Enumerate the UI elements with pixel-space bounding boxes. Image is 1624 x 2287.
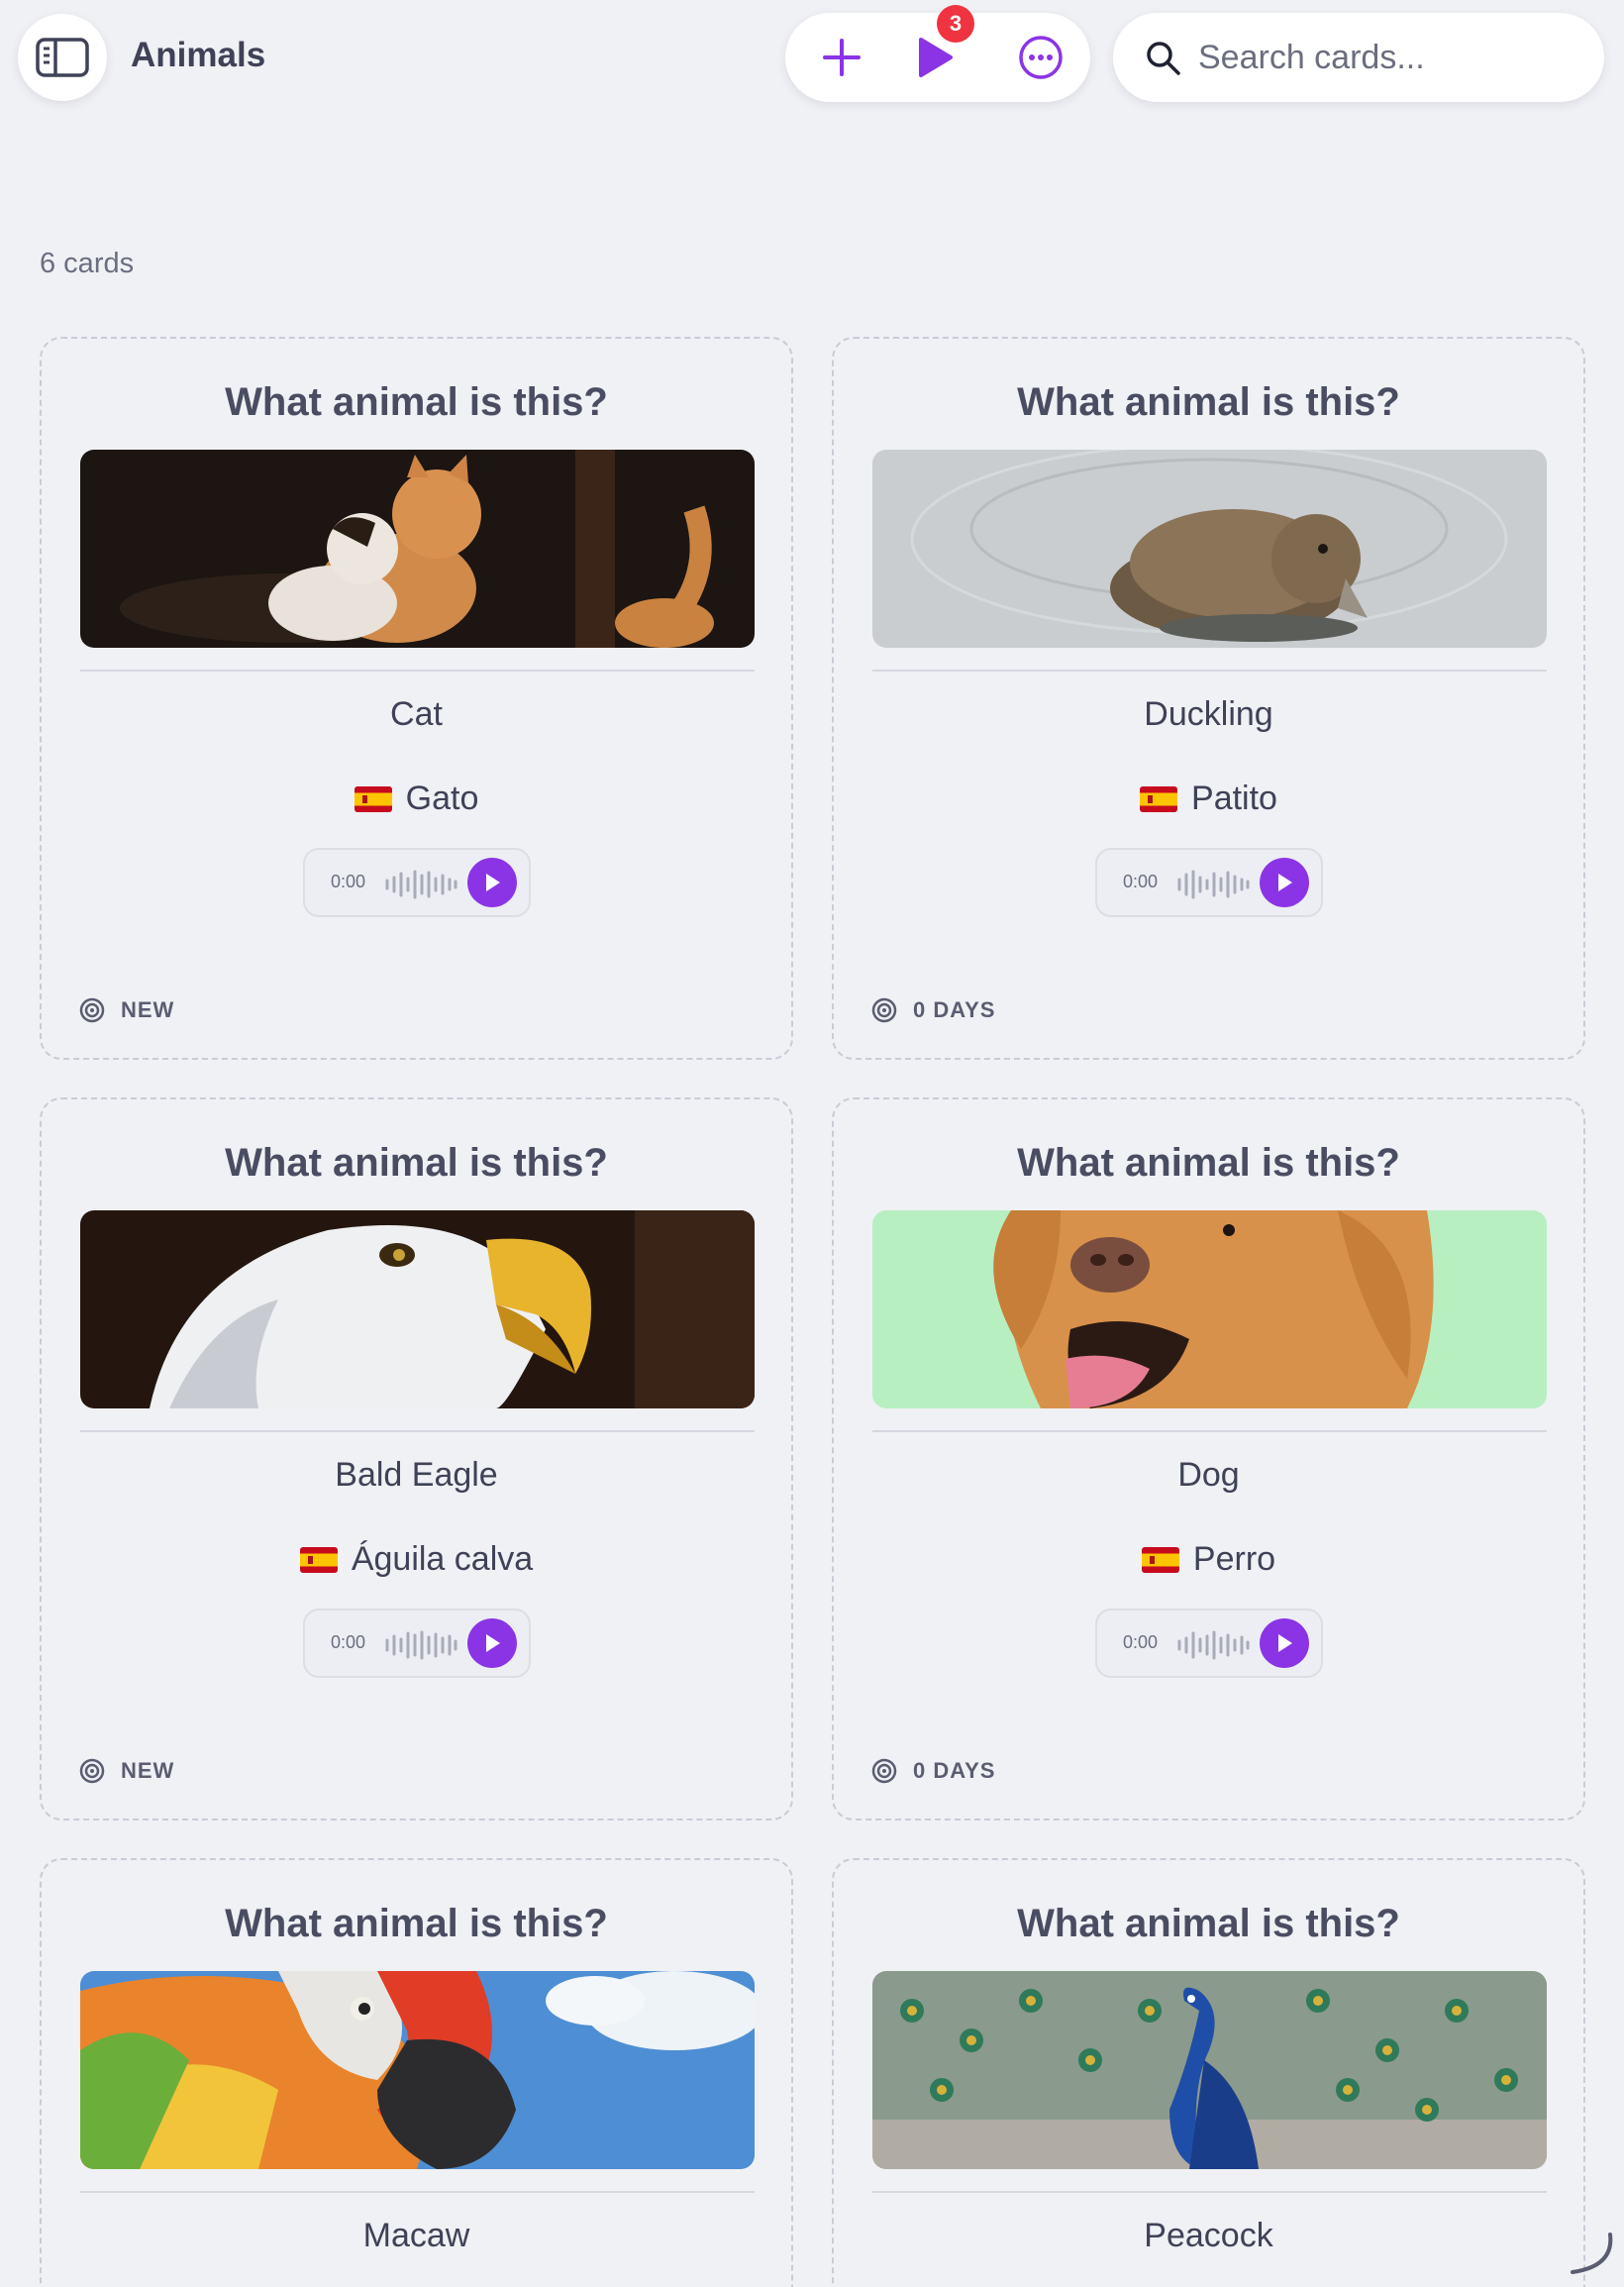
card-question: What animal is this? (1017, 1141, 1400, 1185)
audio-time: 0:00 (331, 1632, 366, 1652)
card-question: What animal is this? (225, 1141, 608, 1185)
audio-play-button[interactable] (467, 858, 517, 907)
translation-text: Águila calva (351, 1540, 534, 1578)
divider (872, 670, 1547, 672)
card-question: What animal is this? (1017, 380, 1400, 424)
audio-time: 0:00 (1123, 872, 1159, 891)
card-answer: Bald Eagle (335, 1456, 498, 1494)
waveform-icon (385, 1630, 457, 1660)
sidebar-icon (36, 38, 89, 77)
play-icon (1278, 874, 1292, 891)
status-label: NEW (121, 997, 175, 1022)
audio-player[interactable]: 0:00 (1095, 848, 1323, 917)
card-status: NEW (79, 1758, 174, 1784)
target-icon (79, 1758, 105, 1784)
bald-eagle-photo (80, 1210, 755, 1408)
due-count-badge: 3 (937, 5, 974, 43)
card-status: 0 DAYS (871, 997, 995, 1023)
divider (80, 2191, 755, 2193)
dog-photo (872, 1210, 1547, 1408)
card-answer: Macaw (362, 2217, 470, 2254)
audio-time: 0:00 (1123, 1632, 1159, 1652)
flashcard[interactable]: What animal is this? Dog Perro 0:00 0 DA… (832, 1097, 1585, 1820)
audio-player[interactable]: 0:00 (1095, 1609, 1323, 1678)
card-status: 0 DAYS (871, 1758, 995, 1784)
target-icon (871, 1758, 897, 1784)
plus-icon (823, 39, 861, 76)
card-answer: Peacock (1144, 2217, 1273, 2254)
translation-text: Perro (1192, 1540, 1276, 1578)
card-count: 6 cards (40, 248, 135, 279)
audio-play-button[interactable] (1260, 858, 1309, 907)
card-question: What animal is this? (1017, 1902, 1400, 1945)
card-question: What animal is this? (225, 380, 608, 424)
card-translation: Gato (42, 780, 791, 818)
sidebar-toggle-button[interactable] (18, 14, 107, 101)
card-question: What animal is this? (225, 1902, 608, 1945)
target-icon (871, 997, 897, 1023)
card-answer: Duckling (1144, 695, 1273, 733)
search-box[interactable] (1113, 13, 1604, 102)
card-translation: Patito (834, 780, 1583, 818)
spain-flag-icon (299, 1546, 338, 1573)
spain-flag-icon (1141, 1546, 1179, 1573)
audio-player[interactable]: 0:00 (303, 1609, 531, 1678)
play-icon (486, 874, 500, 891)
search-icon (1147, 42, 1180, 75)
add-card-button[interactable] (815, 31, 868, 84)
translation-text: Patito (1191, 780, 1277, 817)
play-icon (919, 38, 953, 77)
audio-player[interactable]: 0:00 (303, 848, 531, 917)
peacock-photo (872, 1971, 1547, 2169)
duckling-photo (872, 450, 1547, 648)
status-label: NEW (121, 1758, 175, 1783)
spain-flag-icon (1140, 785, 1178, 812)
page-title: Animals (131, 36, 266, 74)
search-input[interactable] (1198, 33, 1574, 82)
target-icon (79, 997, 105, 1023)
audio-time: 0:00 (331, 872, 366, 891)
spain-flag-icon (354, 785, 392, 812)
more-icon (1019, 36, 1063, 79)
waveform-icon (385, 870, 457, 899)
divider (80, 1430, 755, 1432)
card-answer: Dog (1177, 1456, 1240, 1494)
card-status: NEW (79, 997, 174, 1023)
waveform-icon (1177, 870, 1250, 899)
deck-actions: 3 (785, 5, 1090, 102)
kittens-photo (80, 450, 755, 648)
more-options-button[interactable] (1014, 31, 1067, 84)
play-icon (1278, 1634, 1292, 1652)
divider (872, 2191, 1547, 2193)
translation-text: Gato (405, 780, 479, 817)
divider (80, 670, 755, 672)
loading-spinner-icon (1571, 2233, 1613, 2274)
macaw-photo (80, 1971, 755, 2169)
divider (872, 1430, 1547, 1432)
play-icon (486, 1634, 500, 1652)
audio-play-button[interactable] (467, 1618, 517, 1668)
card-answer: Cat (390, 695, 443, 733)
status-label: 0 DAYS (913, 1758, 996, 1783)
flashcard[interactable]: What animal is this? Cat Gato 0:00 NEW (40, 337, 793, 1060)
flashcard[interactable]: What animal is this? Peacock (832, 1858, 1585, 2287)
flashcard[interactable]: What animal is this? Macaw (40, 1858, 793, 2287)
flashcard[interactable]: What animal is this? Duckling Patito 0:0… (832, 337, 1585, 1060)
waveform-icon (1177, 1630, 1250, 1660)
flashcard[interactable]: What animal is this? Bald Eagle Águila c… (40, 1097, 793, 1820)
card-translation: Perro (834, 1540, 1583, 1579)
card-translation: Águila calva (42, 1540, 791, 1579)
status-label: 0 DAYS (913, 997, 996, 1022)
audio-play-button[interactable] (1260, 1618, 1309, 1668)
